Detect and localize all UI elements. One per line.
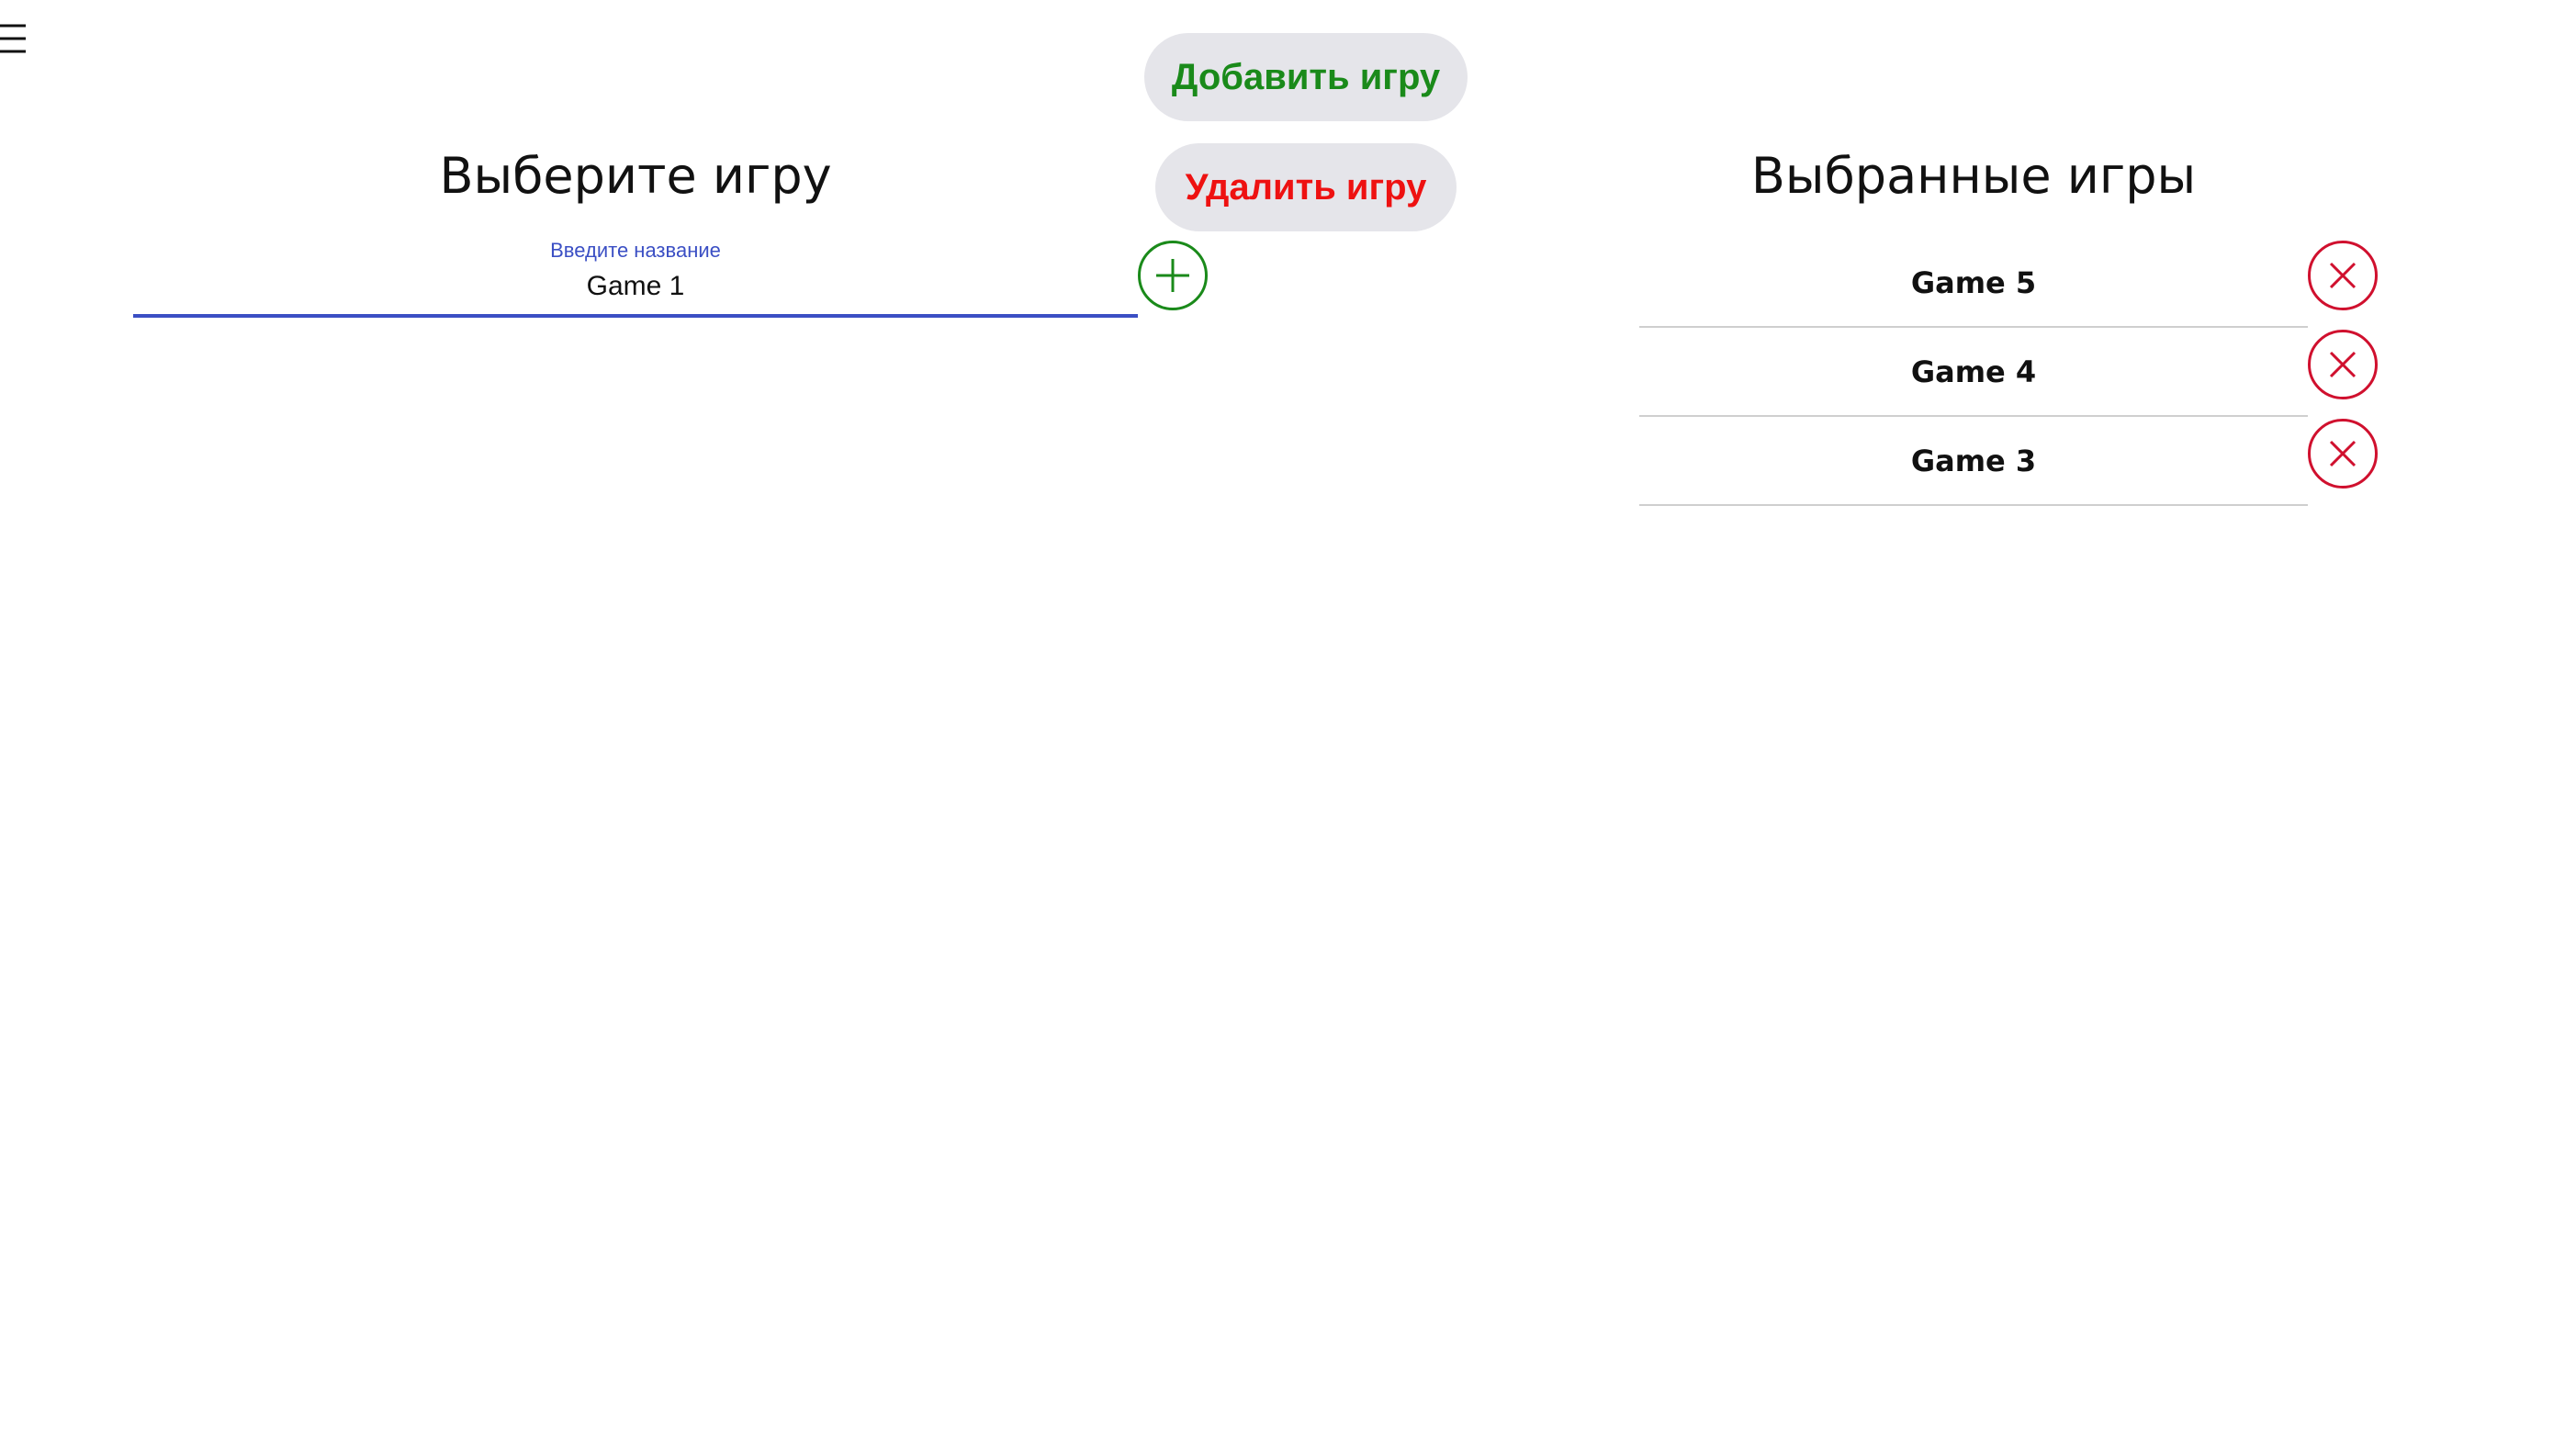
game-name-input[interactable] xyxy=(133,266,1138,307)
list-item: Game 4 xyxy=(1639,330,2378,419)
close-icon xyxy=(2329,440,2357,467)
delete-game-button[interactable]: Удалить игру xyxy=(1155,143,1457,231)
plus-icon xyxy=(1156,259,1189,292)
game-name-label: Введите название xyxy=(550,239,721,262)
select-game-title: Выберите игру xyxy=(439,147,832,205)
list-item-label: Game 5 xyxy=(1639,241,2308,328)
list-item-label: Game 4 xyxy=(1639,330,2308,417)
selected-games-list: Game 5 Game 4 Game 3 xyxy=(1639,241,2378,508)
close-icon xyxy=(2329,262,2357,289)
app-screen: Добавить игру Удалить игру Выберите игру… xyxy=(0,0,2576,1449)
add-to-list-button[interactable] xyxy=(1138,241,1208,310)
add-game-button[interactable]: Добавить игру xyxy=(1144,33,1468,121)
hamburger-icon xyxy=(0,24,26,53)
remove-game-button[interactable] xyxy=(2308,419,2378,489)
close-icon xyxy=(2329,351,2357,378)
game-name-field: Введите название xyxy=(133,235,1138,318)
menu-button[interactable] xyxy=(0,22,28,55)
selected-games-title: Выбранные игры xyxy=(1750,147,2197,205)
list-item: Game 5 xyxy=(1639,241,2378,330)
remove-game-button[interactable] xyxy=(2308,330,2378,399)
remove-game-button[interactable] xyxy=(2308,241,2378,310)
list-item-label: Game 3 xyxy=(1639,419,2308,506)
list-item: Game 3 xyxy=(1639,419,2378,508)
